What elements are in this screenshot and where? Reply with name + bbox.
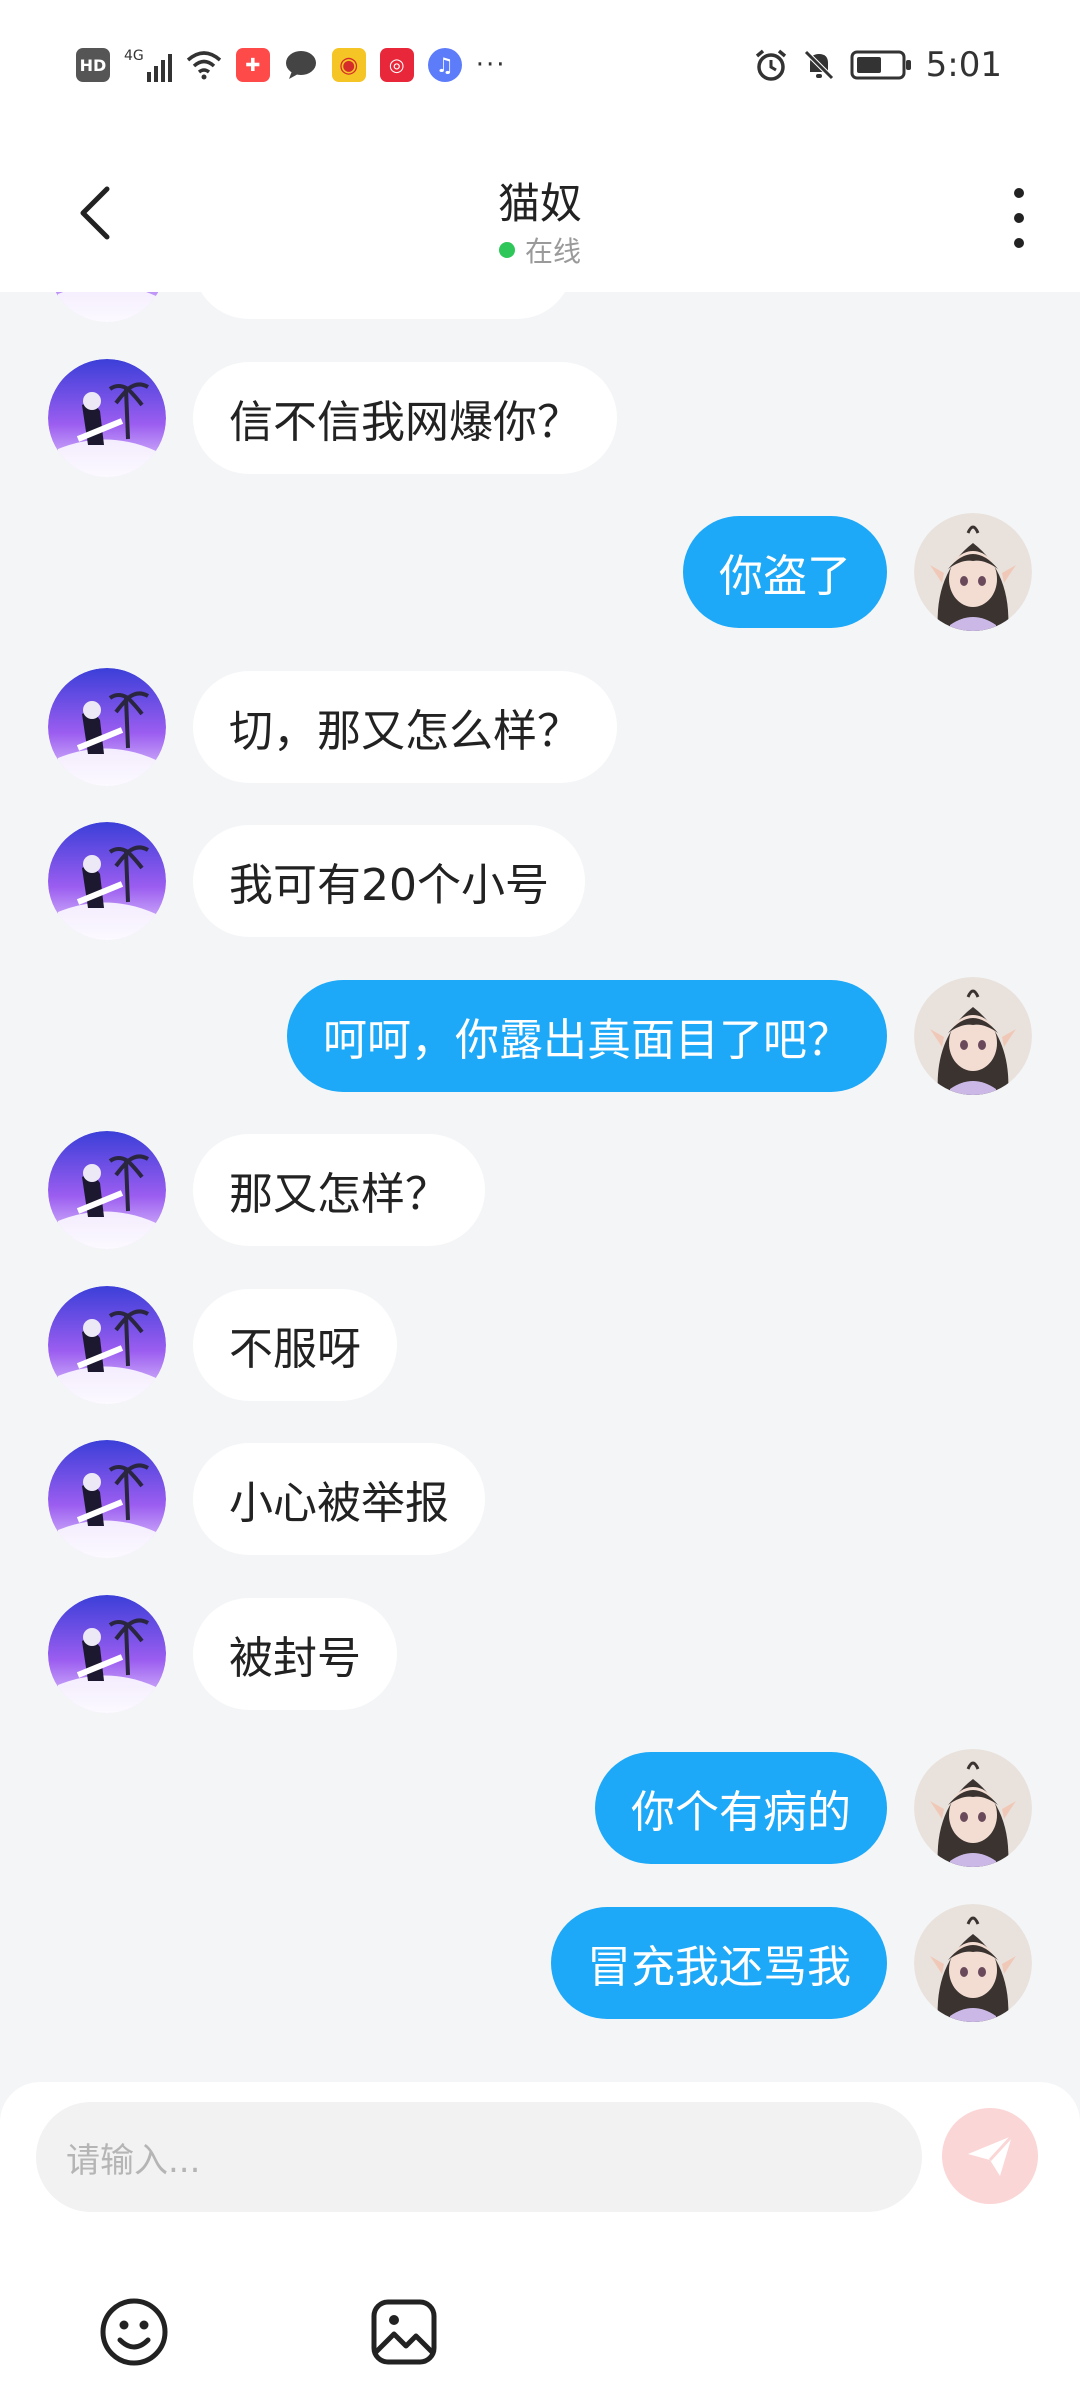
clock: 5:01 [925, 45, 1002, 85]
status-bar-right: 5:01 [754, 45, 1002, 85]
my-message-row: 冒充我还骂我 [0, 1903, 1080, 2022]
my-avatar[interactable] [914, 1903, 1032, 2022]
emoji-button[interactable] [98, 2296, 170, 2368]
smile-icon [100, 2298, 168, 2366]
other-message-row: 切，那又怎么样？ [0, 667, 1080, 786]
presence-label: 在线 [524, 235, 581, 268]
image-icon [371, 2299, 437, 2365]
my-message-row: 你盗了 [0, 513, 1080, 631]
hd-icon: HD [76, 48, 110, 82]
message-bubble[interactable]: 冒充我还骂我 [551, 1906, 887, 2019]
other-message-row: 我可有20个小号 [0, 822, 1080, 940]
message-bubble[interactable]: 信不信我网爆你？ [193, 361, 617, 474]
other-message-row: 不服呀 [0, 1285, 1080, 1404]
message-bubble[interactable]: 你盗了 [683, 516, 887, 628]
contact-avatar[interactable] [48, 822, 166, 940]
alarm-icon [755, 49, 786, 81]
other-message-row: 小心被举报 [0, 1440, 1080, 1558]
other-message-row: 不是我没盗你号 [0, 292, 1080, 322]
message-bubble[interactable]: 你个有病的 [595, 1752, 887, 1864]
message-bubble[interactable]: 不是我没盗你号 [193, 292, 573, 319]
my-avatar[interactable] [914, 976, 1032, 1095]
contact-avatar[interactable] [48, 292, 166, 322]
more-dot [1014, 188, 1024, 198]
wifi-icon [186, 51, 221, 80]
other-message-row: 被封号 [0, 1594, 1080, 1713]
my-avatar[interactable] [914, 513, 1032, 631]
app-badge-icon: ◎ [379, 48, 414, 82]
more-dot [1014, 238, 1024, 248]
contact-avatar[interactable] [48, 358, 166, 477]
status-bar: HD 4G ✚ ◉ ◎ ♫ ··· 5:01 [0, 0, 1080, 130]
message-input-placeholder: 请输入... [66, 2140, 201, 2181]
online-dot-icon [498, 242, 515, 258]
other-message-row: 信不信我网爆你？ [0, 358, 1080, 477]
chat-icon [285, 51, 316, 79]
battery-icon [850, 50, 911, 80]
chat-header: 猫奴 在线 [0, 130, 1080, 292]
my-message-row: 呵呵，你露出真面目了吧？ [0, 976, 1080, 1095]
contact-avatar[interactable] [48, 1131, 166, 1249]
my-avatar[interactable] [914, 1749, 1032, 1867]
signal-icon: 4G [124, 48, 172, 82]
other-message-row: 那又怎样？ [0, 1131, 1080, 1249]
composer: 请输入... [0, 2082, 1080, 2388]
contact-avatar[interactable] [48, 1594, 166, 1713]
my-message-row: 你个有病的 [0, 1749, 1080, 1867]
message-input[interactable]: 请输入... [36, 2102, 922, 2212]
more-notifications-indicator: ··· [475, 50, 507, 80]
mute-icon [803, 50, 834, 80]
more-dot [1014, 213, 1024, 223]
message-bubble[interactable]: 那又怎样？ [193, 1134, 485, 1246]
contact-avatar[interactable] [48, 1285, 166, 1404]
message-list[interactable]: 不是我没盗你号信不信我网爆你？ 你盗了切，那又怎么样？ 我可有20个小号呵呵，你露出… [0, 292, 1080, 2082]
message-bubble[interactable]: 被封号 [193, 1597, 397, 1710]
paper-plane-icon [968, 2134, 1014, 2176]
status-bar-left: HD 4G ✚ ◉ ◎ ♫ ··· [76, 48, 507, 82]
music-icon: ♫ [427, 48, 462, 82]
more-options-button[interactable] [1004, 188, 1034, 248]
presence-indicator: 在线 [0, 230, 1080, 270]
message-bubble[interactable]: 切，那又怎么样？ [193, 670, 617, 783]
message-bubble[interactable]: 我可有20个小号 [193, 825, 585, 937]
contact-avatar[interactable] [48, 1440, 166, 1558]
image-button[interactable] [368, 2296, 440, 2368]
contact-avatar[interactable] [48, 667, 166, 786]
message-bubble[interactable]: 呵呵，你露出真面目了吧？ [287, 979, 887, 1092]
message-bubble[interactable]: 小心被举报 [193, 1443, 485, 1555]
page-title: 猫奴 [497, 179, 582, 228]
weibo-icon: ◉ [331, 48, 366, 82]
message-bubble[interactable]: 不服呀 [193, 1288, 397, 1401]
app-badge-icon: ✚ [235, 48, 270, 82]
send-button[interactable] [942, 2108, 1038, 2204]
